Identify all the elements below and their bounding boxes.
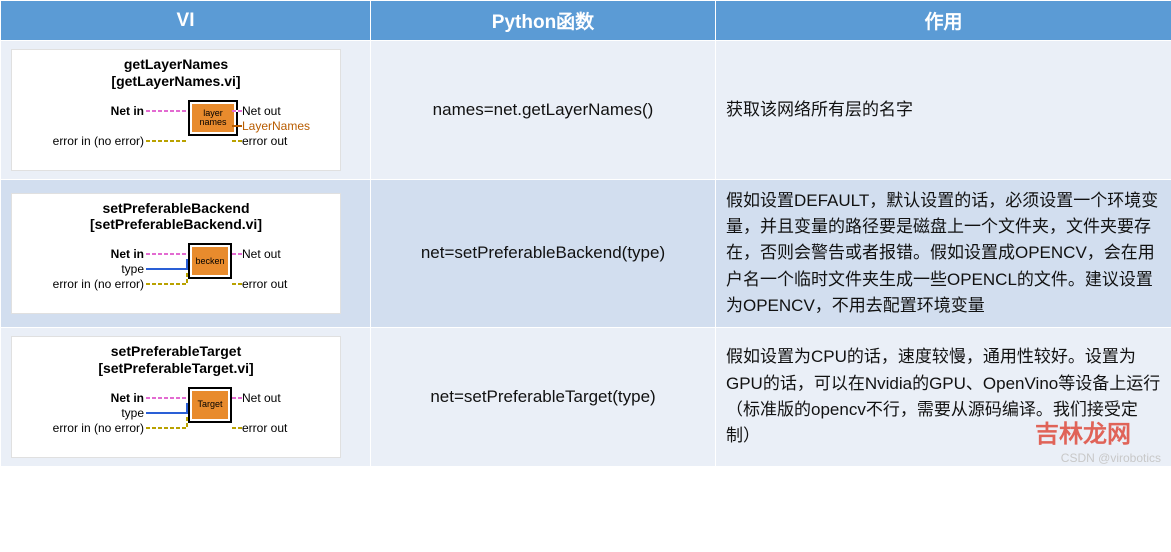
function-table: VI Python函数 作用 getLayerNames [getLayerNa… bbox=[0, 0, 1171, 467]
python-code: net=setPreferableTarget(type) bbox=[430, 387, 655, 407]
terminal-net-in: Net in bbox=[24, 391, 144, 405]
terminal-net-out: Net out bbox=[242, 104, 281, 118]
vi-title: getLayerNames bbox=[124, 56, 228, 72]
terminal-error-in: error in (no error) bbox=[24, 134, 144, 148]
vi-chip: Target bbox=[188, 387, 232, 423]
vi-subtitle: [setPreferableTarget.vi] bbox=[98, 360, 253, 376]
table-row: getLayerNames [getLayerNames.vi] Net in … bbox=[1, 41, 1171, 180]
terminal-net-out: Net out bbox=[242, 391, 281, 405]
header-vi: VI bbox=[1, 1, 371, 41]
terminal-net-out: Net out bbox=[242, 247, 281, 261]
terminal-error-out: error out bbox=[242, 277, 287, 291]
terminal-net-in: Net in bbox=[24, 104, 144, 118]
terminal-type: type bbox=[24, 406, 144, 420]
header-desc: 作用 bbox=[716, 1, 1171, 41]
python-code: net=setPreferableBackend(type) bbox=[421, 243, 665, 263]
vi-title: setPreferableTarget bbox=[111, 343, 241, 359]
python-code: names=net.getLayerNames() bbox=[433, 100, 654, 120]
description: 获取该网络所有层的名字 bbox=[726, 97, 913, 123]
terminal-error-in: error in (no error) bbox=[24, 421, 144, 435]
vi-diagram: setPreferableBackend [setPreferableBacke… bbox=[11, 193, 341, 315]
terminal-error-in: error in (no error) bbox=[24, 277, 144, 291]
vi-chip: layer names bbox=[188, 100, 238, 136]
vi-diagram: getLayerNames [getLayerNames.vi] Net in … bbox=[11, 49, 341, 171]
terminal-net-in: Net in bbox=[24, 247, 144, 261]
vi-subtitle: [setPreferableBackend.vi] bbox=[90, 216, 262, 232]
terminal-error-out: error out bbox=[242, 421, 287, 435]
header-python: Python函数 bbox=[371, 1, 716, 41]
attribution: CSDN @virobotics bbox=[1061, 451, 1161, 465]
terminal-extra-out: LayerNames bbox=[242, 119, 310, 133]
description: 假如设置DEFAULT，默认设置的话，必须设置一个环境变量，并且变量的路径要是磁… bbox=[726, 188, 1161, 320]
table-row: setPreferableBackend [setPreferableBacke… bbox=[1, 179, 1171, 328]
vi-chip: becken bbox=[188, 243, 232, 279]
table-row: setPreferableTarget [setPreferableTarget… bbox=[1, 328, 1171, 467]
vi-subtitle: [getLayerNames.vi] bbox=[111, 73, 240, 89]
terminal-error-out: error out bbox=[242, 134, 287, 148]
description: 假如设置为CPU的话，速度较慢，通用性较好。设置为GPU的话，可以在Nvidia… bbox=[726, 344, 1161, 449]
vi-diagram: setPreferableTarget [setPreferableTarget… bbox=[11, 336, 341, 458]
vi-title: setPreferableBackend bbox=[102, 200, 249, 216]
terminal-type: type bbox=[24, 262, 144, 276]
